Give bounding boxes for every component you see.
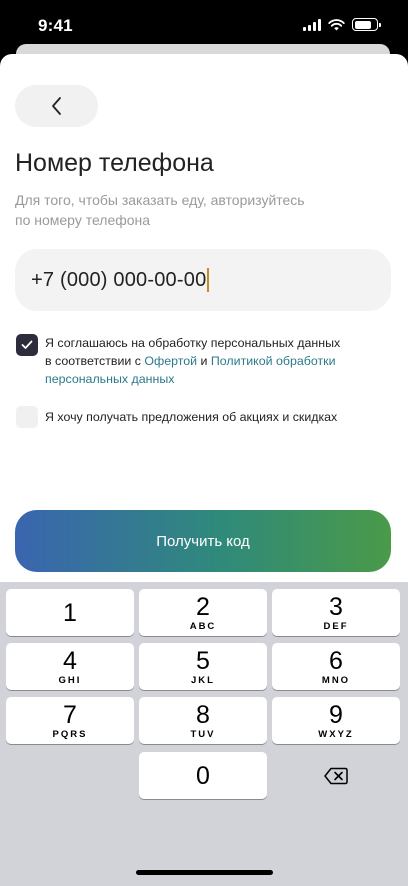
key-digit: 1 bbox=[63, 598, 77, 627]
key-letters: MNO bbox=[321, 674, 351, 686]
key-1[interactable]: 1 bbox=[6, 589, 134, 636]
phone-input-value: +7 (000) 000-00-00 bbox=[31, 268, 207, 291]
key-digit: 9 bbox=[329, 700, 343, 729]
key-4[interactable]: 4 GHI bbox=[6, 643, 134, 690]
key-2[interactable]: 2 ABC bbox=[139, 589, 267, 636]
cellular-signal-icon bbox=[303, 18, 321, 31]
key-letters: PQRS bbox=[52, 728, 88, 740]
key-letters: TUV bbox=[190, 728, 216, 740]
key-letters: ABC bbox=[189, 620, 217, 632]
key-6[interactable]: 6 MNO bbox=[272, 643, 400, 690]
delete-key[interactable] bbox=[272, 752, 400, 799]
key-0[interactable]: 0 bbox=[139, 752, 267, 799]
page-subtitle: Для того, чтобы заказать еду, авторизуйт… bbox=[15, 192, 305, 228]
text-caret bbox=[207, 268, 209, 292]
offer-link[interactable]: Офертой bbox=[144, 354, 197, 368]
key-digit: 3 bbox=[329, 592, 343, 621]
key-5[interactable]: 5 JKL bbox=[139, 643, 267, 690]
home-indicator bbox=[136, 870, 273, 875]
consent-checkbox[interactable] bbox=[16, 334, 38, 356]
key-9[interactable]: 9 WXYZ bbox=[272, 697, 400, 744]
key-3[interactable]: 3 DEF bbox=[272, 589, 400, 636]
key-letters: WXYZ bbox=[318, 728, 354, 740]
promo-checkbox[interactable] bbox=[16, 406, 38, 428]
key-letters: JKL bbox=[191, 674, 215, 686]
key-digit: 6 bbox=[329, 646, 343, 675]
key-digit: 0 bbox=[196, 761, 210, 790]
key-digit: 5 bbox=[196, 646, 210, 675]
key-digit: 8 bbox=[196, 700, 210, 729]
backspace-icon bbox=[324, 767, 348, 784]
promo-row: Я хочу получать предложения об акциях и … bbox=[16, 406, 337, 428]
checkmark-icon bbox=[21, 340, 33, 349]
key-digit: 7 bbox=[63, 700, 77, 729]
key-digit: 4 bbox=[63, 646, 77, 675]
key-letters: GHI bbox=[58, 674, 82, 686]
promo-text: Я хочу получать предложения об акциях и … bbox=[45, 410, 338, 424]
wifi-icon bbox=[328, 18, 345, 30]
phone-input[interactable]: +7 (000) 000-00-00 bbox=[15, 249, 391, 311]
battery-icon bbox=[352, 18, 381, 31]
get-code-button[interactable]: Получить код bbox=[15, 510, 391, 572]
numeric-keyboard: 1 2 ABC 3 DEF 4 GHI 5 JKL 6 MNO 7 PQRS 8… bbox=[0, 582, 408, 886]
consent-text: Я соглашаюсь на обработку персональных д… bbox=[45, 334, 350, 388]
consent-text-and: и bbox=[197, 354, 211, 368]
chevron-left-icon bbox=[51, 97, 61, 115]
key-8[interactable]: 8 TUV bbox=[139, 697, 267, 744]
status-time: 9:41 bbox=[38, 16, 73, 35]
battery-level bbox=[354, 20, 372, 29]
key-digit: 2 bbox=[196, 592, 210, 621]
status-icons bbox=[303, 18, 381, 31]
key-letters: DEF bbox=[323, 620, 349, 632]
consent-row: Я соглашаюсь на обработку персональных д… bbox=[16, 334, 350, 388]
key-7[interactable]: 7 PQRS bbox=[6, 697, 134, 744]
page-title: Номер телефона bbox=[15, 149, 214, 177]
back-button[interactable] bbox=[15, 85, 98, 127]
